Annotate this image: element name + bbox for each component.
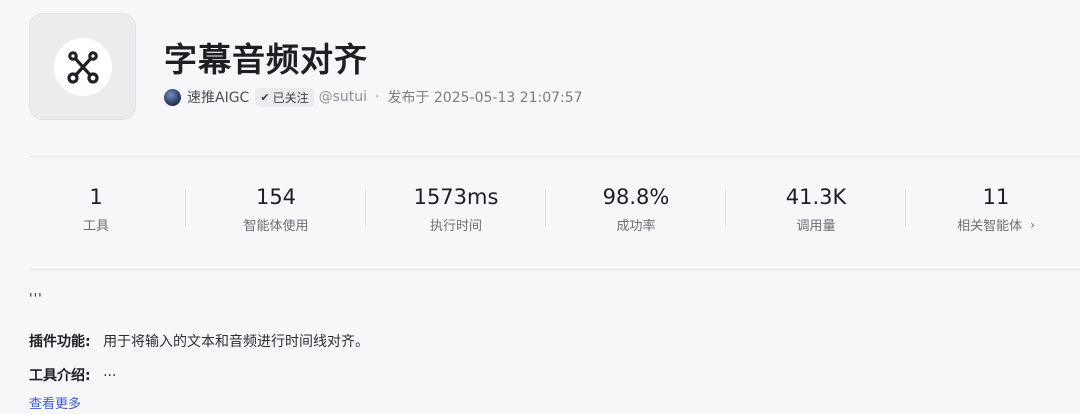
stat-divider — [185, 189, 186, 227]
header-divider — [29, 156, 1080, 157]
stats-divider — [29, 269, 1080, 270]
stat-label: 执行时间 — [429, 219, 482, 234]
stat-success-rate: 98.8% 成功率 — [546, 182, 726, 234]
stat-value: 1573ms — [413, 185, 499, 209]
function-key: 插件功能: — [29, 334, 91, 350]
author-name[interactable]: 速推AIGC — [187, 87, 249, 107]
function-value: 用于将输入的文本和音频进行时间线对齐。 — [103, 334, 370, 350]
stat-tools: 1 工具 — [6, 182, 186, 234]
stat-divider — [545, 189, 546, 227]
view-more-link[interactable]: 查看更多 — [29, 393, 81, 412]
stat-divider — [365, 189, 366, 227]
stat-agent-usage: 154 智能体使用 — [186, 182, 366, 234]
stat-label: 调用量 — [796, 219, 836, 234]
follow-label: 已关注 — [272, 90, 309, 105]
stat-value: 41.3K — [785, 185, 847, 209]
stat-value: 1 — [89, 185, 103, 209]
check-icon: ✔ — [260, 90, 270, 104]
stat-divider — [905, 189, 906, 227]
meta-separator: · — [375, 89, 380, 105]
stat-value: 98.8% — [602, 185, 670, 209]
stat-value: 154 — [255, 185, 297, 209]
function-row: 插件功能: 用于将输入的文本和音频进行时间线对齐。 — [29, 331, 369, 351]
plugin-header: 字幕音频对齐 速推AIGC ✔ 已关注 @sutui · 发布于 2025-05… — [29, 13, 1080, 123]
author-handle: @sutui — [318, 89, 367, 105]
published-time: 发布于 2025-05-13 21:07:57 — [387, 90, 583, 106]
stat-divider — [725, 189, 726, 227]
plugin-icon — [29, 13, 136, 120]
stat-label: 成功率 — [616, 219, 656, 234]
stat-label: 智能体使用 — [243, 219, 309, 234]
author-avatar[interactable] — [164, 88, 181, 106]
stat-value: 11 — [982, 185, 1010, 209]
stats-bar: 1 工具 154 智能体使用 1573ms 执行时间 98.8% 成功率 41.… — [4, 182, 1080, 242]
plugin-title: 字幕音频对齐 — [164, 40, 368, 79]
scissors-icon — [53, 37, 112, 96]
intro-row: 工具介绍: ··· — [29, 365, 116, 385]
chevron-right-icon[interactable]: › — [1030, 218, 1035, 232]
stat-related-agents[interactable]: 11 相关智能体 › — [906, 182, 1080, 234]
stat-label[interactable]: 相关智能体 — [957, 215, 1022, 234]
description-quote: ''' — [29, 292, 43, 307]
plugin-meta: 速推AIGC ✔ 已关注 @sutui · 发布于 2025-05-13 21:… — [164, 87, 583, 107]
intro-key: 工具介绍: — [29, 368, 91, 384]
intro-value: ··· — [103, 368, 117, 384]
stat-exec-time: 1573ms 执行时间 — [366, 182, 546, 234]
follow-button[interactable]: ✔ 已关注 — [255, 87, 314, 107]
stat-call-count: 41.3K 调用量 — [726, 182, 906, 234]
stat-label: 工具 — [82, 219, 109, 234]
